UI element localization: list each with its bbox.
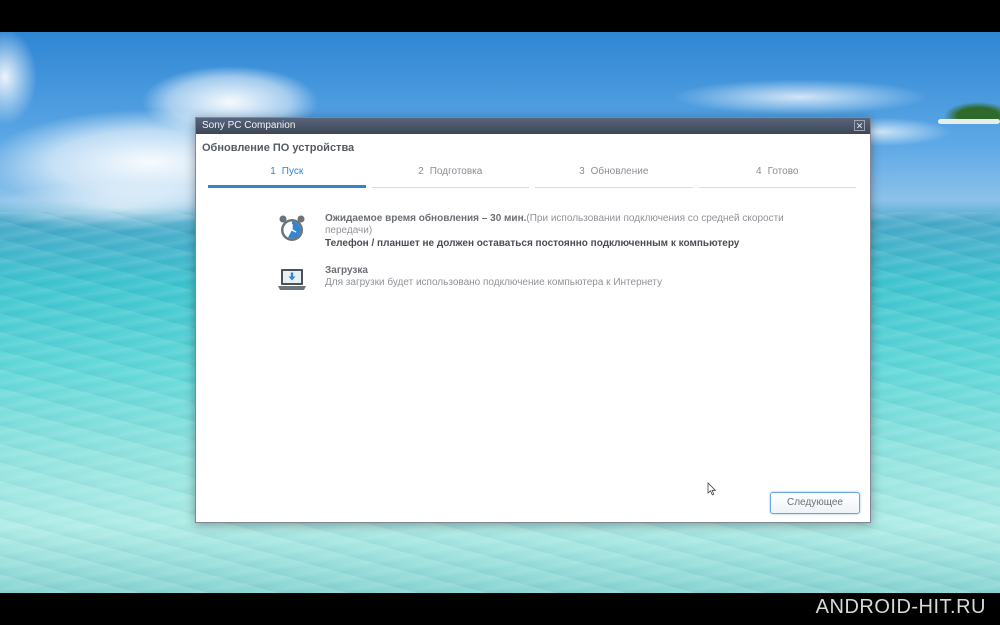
step-tab-preparation[interactable]: 2 Подготовка <box>371 164 529 188</box>
estimated-time: Ожидаемое время обновления – 30 мин. <box>325 213 527 224</box>
step-tab-update[interactable]: 3 Обновление <box>535 164 693 188</box>
alarm-clock-icon <box>279 215 305 241</box>
watermark-text: ANDROID-HIT.RU <box>815 596 986 618</box>
app-window: Sony PC Companion ✕ Обновление ПО устрой… <box>195 117 871 523</box>
title-bar[interactable]: Sony PC Companion ✕ <box>196 118 870 134</box>
window-title: Sony PC Companion <box>202 120 296 131</box>
download-title: Загрузка <box>325 265 368 276</box>
page-title: Обновление ПО устройства <box>202 142 355 154</box>
laptop-download-icon <box>278 269 306 290</box>
step-tabs: 1 Пуск 2 Подготовка 3 Обновление 4 Готово <box>208 164 856 188</box>
step-tab-start[interactable]: 1 Пуск <box>208 164 366 188</box>
download-note: Для загрузки будет использовано подключе… <box>325 277 663 288</box>
next-button[interactable]: Следующее <box>770 492 860 514</box>
island <box>938 102 1000 124</box>
step-tab-done[interactable]: 4 Готово <box>698 164 856 188</box>
time-info-text: Ожидаемое время обновления – 30 мин.(При… <box>325 213 795 250</box>
mouse-cursor-icon <box>707 482 717 496</box>
close-icon[interactable]: ✕ <box>854 120 865 131</box>
download-info-text: Загрузка Для загрузки будет использовано… <box>325 265 795 289</box>
connection-warning: Телефон / планшет не должен оставаться п… <box>325 238 740 249</box>
